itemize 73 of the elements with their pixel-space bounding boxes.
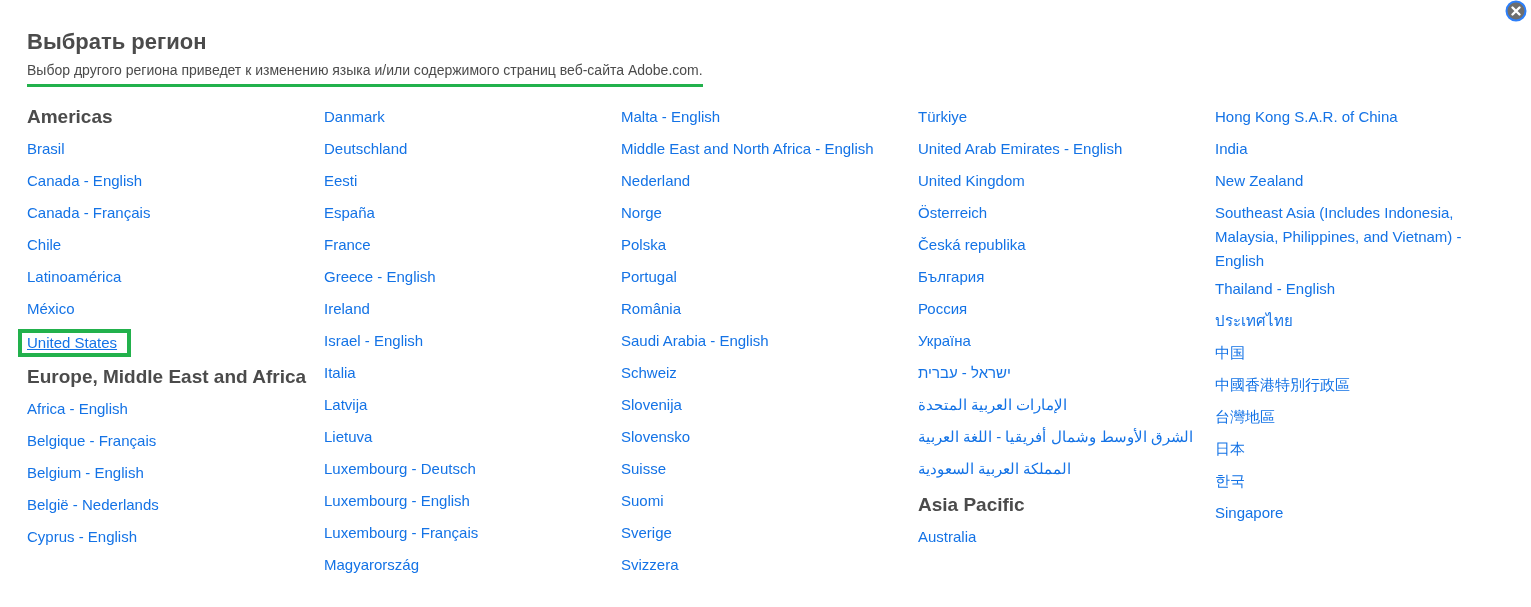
region-link[interactable]: España (324, 201, 375, 225)
region-link[interactable]: Hong Kong S.A.R. of China (1215, 105, 1398, 129)
region-heading: Americas (27, 105, 114, 129)
region-link[interactable]: United States (27, 333, 118, 353)
region-link[interactable]: Canada - Français (27, 201, 151, 225)
region-link[interactable]: Israel - English (324, 329, 424, 353)
region-link[interactable]: Chile (27, 233, 62, 257)
region-link[interactable]: Suomi (621, 489, 664, 513)
region-link[interactable]: Nederland (621, 169, 691, 193)
region-link[interactable]: 한국 (1215, 469, 1245, 493)
region-link[interactable]: المملكة العربية السعودية (918, 457, 1072, 481)
region-link[interactable]: New Zealand (1215, 169, 1304, 193)
region-link[interactable]: Luxembourg - Français (324, 521, 479, 545)
region-link[interactable]: Türkiye (918, 105, 968, 129)
region-link[interactable]: Suisse (621, 457, 667, 481)
region-link[interactable]: Italia (324, 361, 356, 385)
region-link[interactable]: Australia (918, 525, 977, 549)
region-link[interactable]: Belgique - Français (27, 429, 157, 453)
region-link[interactable]: Schweiz (621, 361, 677, 385)
region-link[interactable]: România (621, 297, 682, 321)
region-link[interactable]: Canada - English (27, 169, 143, 193)
region-link[interactable]: Cyprus - English (27, 525, 138, 549)
region-link[interactable]: Danmark (324, 105, 385, 129)
region-link[interactable]: Luxembourg - English (324, 489, 470, 513)
region-link[interactable]: Svizzera (621, 553, 679, 577)
region-link[interactable]: Latvija (324, 393, 368, 417)
region-link[interactable]: Latinoamérica (27, 265, 122, 289)
description-text: Выбор другого региона приведет к изменению языка и/или содержимого страниц веб-сайта Adobe.com. (27, 62, 703, 87)
close-button[interactable] (1505, 0, 1527, 22)
region-link[interactable]: Belgium - English (27, 461, 144, 485)
region-link[interactable]: Deutschland (324, 137, 408, 161)
region-link[interactable]: Saudi Arabia - English (621, 329, 769, 353)
region-link[interactable]: Slovensko (621, 425, 691, 449)
region-link[interactable]: Россия (918, 297, 968, 321)
region-link[interactable]: 日本 (1215, 437, 1245, 461)
region-link[interactable]: Magyarország (324, 553, 420, 577)
region-link[interactable]: Luxembourg - Deutsch (324, 457, 476, 481)
region-link[interactable]: Portugal (621, 265, 677, 289)
region-link[interactable]: Brasil (27, 137, 65, 161)
region-link[interactable]: 中国 (1215, 341, 1245, 365)
region-link[interactable]: Africa - English (27, 397, 128, 421)
region-link[interactable]: Greece - English (324, 265, 436, 289)
region-link[interactable]: México (27, 297, 75, 321)
region-link[interactable]: Österreich (918, 201, 988, 225)
region-link[interactable]: България (918, 265, 985, 289)
region-link[interactable]: Norge (621, 201, 662, 225)
region-link[interactable]: ประเทศไทย (1215, 309, 1293, 333)
dialog-title: Выбрать регион (27, 28, 208, 56)
region-link[interactable]: 台灣地區 (1215, 405, 1275, 429)
region-link[interactable]: ישראל - עברית (918, 361, 1011, 385)
region-link[interactable]: Česká republika (918, 233, 1026, 257)
region-link[interactable]: France (324, 233, 371, 257)
region-link[interactable]: الشرق الأوسط وشمال أفريقيا - اللغة العربية (918, 425, 1193, 449)
region-link[interactable]: Thailand - English (1215, 277, 1336, 301)
region-link[interactable]: Ireland (324, 297, 370, 321)
region-link[interactable]: Southeast Asia (Includes Indonesia, Malaysia, Philippines, and Vietnam) - English (1215, 201, 1495, 273)
region-link[interactable]: Polska (621, 233, 667, 257)
region-link[interactable]: الإمارات العربية المتحدة (918, 393, 1068, 417)
region-link[interactable]: Sverige (621, 521, 672, 545)
region-link[interactable]: Україна (918, 329, 971, 353)
region-link[interactable]: United Arab Emirates - English (918, 137, 1123, 161)
region-heading: Asia Pacific (918, 493, 1026, 517)
region-link[interactable]: Slovenija (621, 393, 682, 417)
region-link[interactable]: Eesti (324, 169, 358, 193)
region-link[interactable]: België - Nederlands (27, 493, 159, 517)
region-link[interactable]: Singapore (1215, 501, 1284, 525)
region-link[interactable]: 中國香港特別行政區 (1215, 373, 1350, 397)
region-link[interactable]: India (1215, 137, 1248, 161)
region-link[interactable]: Lietuva (324, 425, 373, 449)
region-link[interactable]: United Kingdom (918, 169, 1025, 193)
region-link[interactable]: Malta - English (621, 105, 721, 129)
region-link[interactable]: Middle East and North Africa - English (621, 137, 874, 161)
region-heading: Europe, Middle East and Africa (27, 365, 308, 389)
